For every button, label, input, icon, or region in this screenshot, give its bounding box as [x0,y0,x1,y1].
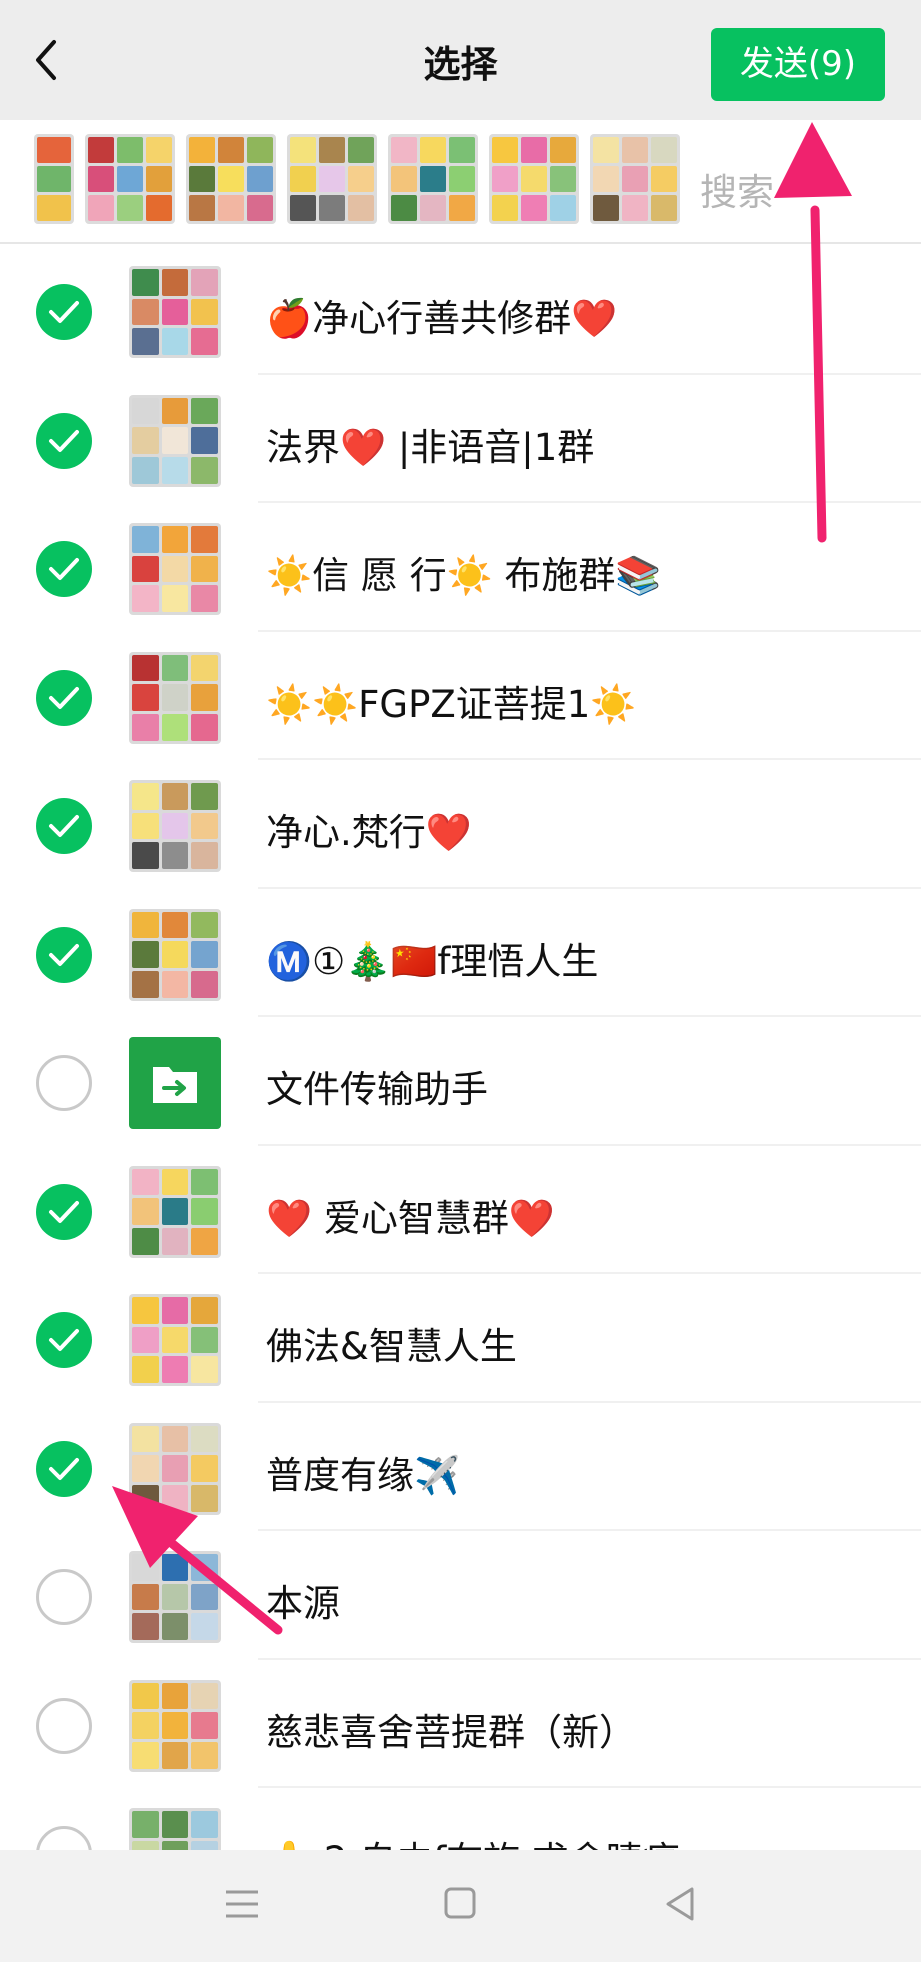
avatar [129,1679,221,1772]
chat-name: 普度有缘✈️ [266,1453,461,1497]
checkbox[interactable] [36,1440,92,1497]
avatar [129,394,221,487]
chat-name: ❤️ 爱心智慧群❤️ [266,1196,555,1240]
chat-name: Ⓜ️①🎄🇨🇳f理悟人生 [266,939,599,983]
avatar [129,651,221,744]
checkmark-icon [49,1200,79,1223]
chat-name: 🍎净心行善共修群❤️ [266,297,618,340]
chat-name: 慈悲喜舍菩提群（新） [266,1710,636,1754]
avatar [129,1165,221,1258]
checkmark-icon [49,301,79,323]
send-button[interactable]: 发送(9) [711,28,885,101]
checkbox[interactable] [36,1312,92,1368]
selected-avatar[interactable] [489,134,579,224]
file-transfer-icon [153,1067,197,1103]
list-item[interactable]: ☀️信 愿 行☀️ 布施群📚 [0,503,921,632]
checkbox[interactable] [36,1569,92,1625]
list-item[interactable]: 法界❤️ |非语音|1群 [0,375,921,503]
chat-list: 🍎净心行善共修群❤️ 法界❤️ |非语音|1群 ☀️信 愿 行☀️ 布施群📚 ☀… [0,246,921,1917]
menu-icon[interactable] [224,1880,260,1928]
checkbox[interactable] [36,1697,92,1754]
checkmark-icon [49,943,79,966]
avatar [129,908,221,1001]
checkmark-icon [49,686,79,709]
checkbox[interactable] [36,1183,92,1240]
list-item[interactable]: 🍎净心行善共修群❤️ [0,246,921,375]
list-item[interactable]: ❤️ 爱心智慧群❤️ [0,1146,921,1274]
avatar [129,266,221,358]
list-item[interactable]: 佛法&智慧人生 [0,1274,921,1403]
square-icon[interactable] [442,1880,478,1928]
selected-avatar[interactable] [85,134,175,224]
chat-name: 文件传输助手 [266,1068,488,1111]
selected-avatar[interactable] [186,134,276,224]
chat-name: 本源 [266,1582,340,1625]
list-item[interactable]: ☀️☀️FGPZ证菩提1☀️ [0,632,921,760]
selected-avatar[interactable] [590,134,680,224]
chat-name: ☀️☀️FGPZ证菩提1☀️ [266,682,637,726]
checkmark-icon [49,1457,79,1480]
checkbox[interactable] [36,798,92,854]
selected-avatar[interactable] [287,134,377,224]
checkbox[interactable] [36,926,92,983]
avatar [129,780,221,872]
list-item[interactable]: 本源 [0,1531,921,1660]
checkbox[interactable] [36,541,92,597]
selected-chats-strip: 搜索 [0,120,921,244]
selected-avatars [34,134,680,224]
triangle-back-icon[interactable] [662,1880,698,1928]
checkmark-icon [49,429,79,452]
checkbox[interactable] [36,284,92,340]
search-input[interactable]: 搜索 [700,162,774,216]
avatar [129,523,221,615]
checkmark-icon [49,815,79,837]
checkmark-icon [49,558,79,580]
list-item[interactable]: 文件传输助手 [0,1017,921,1146]
selected-avatar[interactable] [388,134,478,224]
avatar [129,1551,221,1643]
checkbox[interactable] [36,669,92,726]
checkmark-icon [49,1329,79,1351]
checkbox[interactable] [36,1055,92,1111]
selected-avatar[interactable] [34,134,74,224]
chat-name: ☀️信 愿 行☀️ 布施群📚 [266,554,662,597]
chat-name: 净心.梵行❤️ [266,811,472,854]
chat-name: 佛法&智慧人生 [266,1325,517,1368]
list-item[interactable]: 净心.梵行❤️ [0,760,921,889]
list-item[interactable]: 普度有缘✈️ [0,1403,921,1531]
avatar [129,1422,221,1515]
system-nav-bar [0,1850,921,1962]
list-item[interactable]: Ⓜ️①🎄🇨🇳f理悟人生 [0,889,921,1017]
list-item[interactable]: 慈悲喜舍菩提群（新） [0,1660,921,1788]
checkbox[interactable] [36,412,92,469]
avatar [129,1037,221,1129]
avatar [129,1294,221,1386]
top-bar: 选择 发送(9) [0,0,921,120]
chat-name: 法界❤️ |非语音|1群 [266,425,595,469]
